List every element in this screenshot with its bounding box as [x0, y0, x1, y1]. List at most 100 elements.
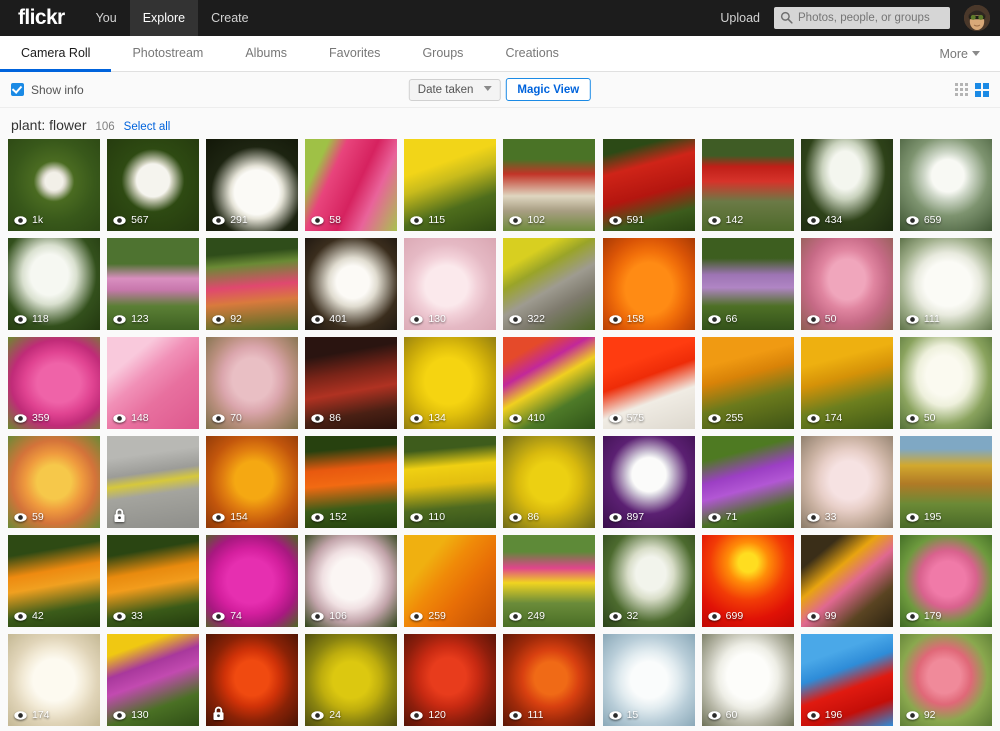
photo-tile[interactable]: 15 — [602, 634, 695, 726]
topnav-item-explore[interactable]: Explore — [129, 0, 199, 36]
photo-thumbnail-red-tulip-garden-path — [503, 139, 596, 231]
photo-tile[interactable]: 50 — [800, 238, 893, 330]
photo-tile[interactable]: 897 — [602, 436, 695, 528]
photo-tile[interactable]: 699 — [701, 535, 794, 627]
photo-tile[interactable]: 154 — [206, 436, 299, 528]
photo-tile[interactable] — [206, 634, 299, 726]
avatar-image — [964, 5, 990, 31]
photo-thumbnail-pink-ginger-flower — [305, 139, 398, 231]
photo-thumbnail-yellow-flowers-fence — [800, 535, 893, 627]
photo-tile[interactable]: 410 — [503, 337, 596, 429]
photo-tile[interactable]: 111 — [899, 238, 992, 330]
photo-thumbnail-purple-yellow-tulips — [107, 634, 200, 726]
photo-tile[interactable]: 32 — [602, 535, 695, 627]
photo-tile[interactable]: 33 — [107, 535, 200, 627]
photo-tile[interactable]: 86 — [305, 337, 398, 429]
photo-thumbnail-white-magnolia-flower — [701, 634, 794, 726]
photo-tile[interactable]: 434 — [800, 139, 893, 231]
photo-tile[interactable]: 174 — [800, 337, 893, 429]
photo-tile[interactable]: 158 — [602, 238, 695, 330]
photo-tile[interactable]: 42 — [8, 535, 100, 627]
tab-camera-roll[interactable]: Camera Roll — [0, 36, 112, 72]
photo-thumbnail-white-queen-annes-lace — [800, 139, 893, 231]
more-tab[interactable]: More — [926, 36, 994, 71]
photo-tile[interactable]: 66 — [701, 238, 794, 330]
photo-tile[interactable]: 120 — [404, 634, 497, 726]
search-input[interactable] — [798, 12, 943, 24]
photo-tile[interactable]: 659 — [899, 139, 992, 231]
photo-tile[interactable]: 249 — [503, 535, 596, 627]
sort-by-label: Date taken — [417, 83, 474, 96]
photo-tile[interactable]: 567 — [107, 139, 200, 231]
photo-thumbnail-purple-tulip-field — [701, 238, 794, 330]
flickr-logo[interactable]: flickr — [18, 7, 65, 30]
photo-tile[interactable]: 70 — [206, 337, 299, 429]
photo-tile[interactable]: 130 — [404, 238, 497, 330]
photo-tile[interactable] — [107, 436, 200, 528]
photo-thumbnail-orange-tulip-macro-two — [404, 535, 497, 627]
photo-tile[interactable]: 99 — [800, 535, 893, 627]
photo-tile[interactable]: 359 — [8, 337, 100, 429]
photo-tile[interactable]: 259 — [404, 535, 497, 627]
tab-photostream[interactable]: Photostream — [111, 36, 224, 72]
photo-tile[interactable]: 148 — [107, 337, 200, 429]
photo-tile[interactable]: 1k — [8, 139, 100, 231]
photo-tile[interactable]: 179 — [899, 535, 992, 627]
photo-thumbnail-dandelion-purple-bg — [602, 436, 695, 528]
photo-tile[interactable]: 152 — [305, 436, 398, 528]
magic-view-button[interactable]: Magic View — [505, 78, 592, 101]
photo-tile[interactable]: 111 — [503, 634, 596, 726]
photo-tile[interactable]: 142 — [701, 139, 794, 231]
tab-albums[interactable]: Albums — [224, 36, 308, 72]
photo-tile[interactable]: 92 — [899, 634, 992, 726]
upload-button[interactable]: Upload — [706, 11, 774, 25]
photo-tile[interactable]: 110 — [404, 436, 497, 528]
photo-tile[interactable]: 195 — [899, 436, 992, 528]
select-all-link[interactable]: Select all — [124, 121, 171, 133]
photo-tile[interactable]: 401 — [305, 238, 398, 330]
sort-by-date-taken-button[interactable]: Date taken — [408, 78, 501, 101]
grid-large-icon[interactable] — [975, 82, 989, 97]
search-box[interactable] — [774, 7, 950, 29]
photo-thumbnail-pink-blossom-branch — [206, 337, 299, 429]
photo-tile[interactable]: 291 — [206, 139, 299, 231]
photo-tile[interactable]: 130 — [107, 634, 200, 726]
photo-tile[interactable]: 24 — [305, 634, 398, 726]
more-tab-label: More — [939, 47, 968, 61]
photo-tile[interactable]: 59 — [8, 436, 100, 528]
show-info-checkbox[interactable] — [11, 83, 24, 96]
photo-tile[interactable]: 74 — [206, 535, 299, 627]
photo-tile[interactable]: 50 — [899, 337, 992, 429]
grid-small-icon[interactable] — [955, 83, 968, 96]
photo-tile[interactable]: 123 — [107, 238, 200, 330]
photo-tile[interactable]: 575 — [602, 337, 695, 429]
photo-tile[interactable]: 102 — [503, 139, 596, 231]
photo-tile[interactable]: 106 — [305, 535, 398, 627]
avatar[interactable] — [964, 5, 990, 31]
photo-thumbnail-yellow-tulips-rows — [404, 436, 497, 528]
photo-tile[interactable]: 174 — [8, 634, 100, 726]
photo-tile[interactable]: 86 — [503, 436, 596, 528]
photo-thumbnail-pink-geranium-cluster — [899, 634, 992, 726]
show-info-toggle[interactable]: Show info — [11, 83, 84, 97]
top-navigation-bar: flickr You Explore Create Upload — [0, 0, 1000, 36]
topnav-item-you[interactable]: You — [83, 0, 130, 36]
photo-tile[interactable]: 71 — [701, 436, 794, 528]
photo-thumbnail-dandelion-seedhead-green — [8, 139, 100, 231]
tab-groups[interactable]: Groups — [401, 36, 484, 72]
photo-tile[interactable]: 115 — [404, 139, 497, 231]
tab-favorites[interactable]: Favorites — [308, 36, 401, 72]
photo-tile[interactable]: 58 — [305, 139, 398, 231]
photo-tile[interactable]: 591 — [602, 139, 695, 231]
tab-creations[interactable]: Creations — [484, 36, 580, 72]
photo-tile[interactable]: 196 — [800, 634, 893, 726]
photo-tile[interactable]: 322 — [503, 238, 596, 330]
topnav-item-create[interactable]: Create — [198, 0, 262, 36]
photo-tile[interactable]: 134 — [404, 337, 497, 429]
photo-tile[interactable]: 118 — [8, 238, 100, 330]
photo-tile[interactable]: 60 — [701, 634, 794, 726]
chevron-down-icon — [483, 86, 492, 91]
photo-tile[interactable]: 33 — [800, 436, 893, 528]
photo-tile[interactable]: 255 — [701, 337, 794, 429]
photo-tile[interactable]: 92 — [206, 238, 299, 330]
